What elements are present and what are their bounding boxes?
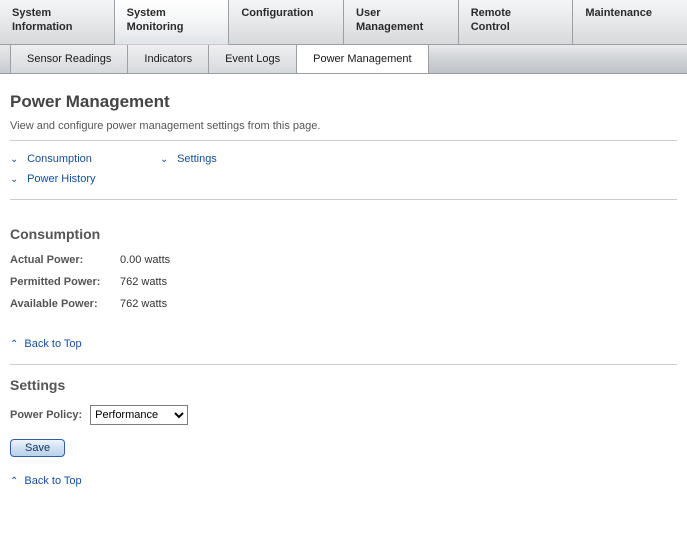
chevron-down-icon: ⌄ <box>160 154 168 165</box>
save-button[interactable]: Save <box>10 439 65 457</box>
back-to-top-link[interactable]: ⌃ Back to Top <box>10 338 82 350</box>
main-tab-system-information[interactable]: System Information <box>0 0 115 44</box>
consumption-row-actual: Actual Power: 0.00 watts <box>10 254 677 266</box>
anchor-link-consumption[interactable]: Consumption <box>27 153 92 165</box>
divider <box>10 199 677 200</box>
sub-tab-label: Event Logs <box>225 53 280 65</box>
chevron-up-icon: ⌃ <box>10 476 18 487</box>
tab-label-line1: Maintenance <box>585 7 652 19</box>
back-to-top-label: Back to Top <box>24 475 81 487</box>
consumption-label: Available Power: <box>10 298 120 310</box>
main-tab-system-monitoring[interactable]: System Monitoring <box>115 0 230 45</box>
sub-nav: Sensor Readings Indicators Event Logs Po… <box>0 45 687 74</box>
back-to-top-link[interactable]: ⌃ Back to Top <box>10 475 82 487</box>
tab-label-line1: System <box>12 7 51 19</box>
anchor-link-power-history[interactable]: Power History <box>27 173 95 185</box>
sub-nav-fill <box>429 45 687 73</box>
anchor-link-settings[interactable]: Settings <box>177 153 217 165</box>
consumption-label: Actual Power: <box>10 254 120 266</box>
main-tab-remote-control[interactable]: Remote Control <box>459 0 574 44</box>
tab-label-line2: Information <box>12 21 73 33</box>
tab-label-line1: Remote <box>471 7 511 19</box>
sub-tab-indicators[interactable]: Indicators <box>128 45 209 73</box>
consumption-row-available: Available Power: 762 watts <box>10 298 677 310</box>
sub-tab-label: Sensor Readings <box>27 53 111 65</box>
divider <box>10 140 677 141</box>
tab-label-line2: Control <box>471 21 510 33</box>
consumption-label: Permitted Power: <box>10 276 120 288</box>
power-policy-select[interactable]: Performance <box>90 405 188 425</box>
main-tab-user-management[interactable]: User Management <box>344 0 459 44</box>
content-area: Power Management View and configure powe… <box>0 74 687 507</box>
tab-label-line1: User <box>356 7 380 19</box>
consumption-value: 762 watts <box>120 276 167 288</box>
consumption-table: Actual Power: 0.00 watts Permitted Power… <box>10 254 677 310</box>
tab-label-line1: Configuration <box>241 7 313 19</box>
sub-tab-power-management[interactable]: Power Management <box>297 45 428 73</box>
main-tab-configuration[interactable]: Configuration <box>229 0 344 44</box>
sub-tab-event-logs[interactable]: Event Logs <box>209 45 297 73</box>
page-description: View and configure power management sett… <box>10 120 677 132</box>
back-to-top-label: Back to Top <box>24 338 81 350</box>
chevron-up-icon: ⌃ <box>10 339 18 350</box>
sub-tab-label: Power Management <box>313 53 411 65</box>
anchor-links: ⌄ Consumption ⌄ Settings ⌄ Power History <box>10 153 677 185</box>
settings-row-power-policy: Power Policy: Performance <box>10 405 677 425</box>
chevron-down-icon: ⌄ <box>10 154 18 165</box>
divider <box>10 364 677 365</box>
consumption-row-permitted: Permitted Power: 762 watts <box>10 276 677 288</box>
tab-label-line2: Management <box>356 21 423 33</box>
tab-label-line1: System <box>127 7 166 19</box>
consumption-value: 0.00 watts <box>120 254 170 266</box>
consumption-value: 762 watts <box>120 298 167 310</box>
page-title: Power Management <box>10 92 677 112</box>
power-policy-label: Power Policy: <box>10 409 82 421</box>
tab-label-line2: Monitoring <box>127 21 184 33</box>
sub-tab-sensor-readings[interactable]: Sensor Readings <box>11 45 128 73</box>
chevron-down-icon: ⌄ <box>10 174 18 185</box>
section-title-settings: Settings <box>10 377 677 393</box>
main-tab-maintenance[interactable]: Maintenance <box>573 0 687 44</box>
sub-nav-spacer <box>0 45 11 73</box>
section-title-consumption: Consumption <box>10 226 677 242</box>
sub-tab-label: Indicators <box>144 53 192 65</box>
main-nav: System Information System Monitoring Con… <box>0 0 687 45</box>
